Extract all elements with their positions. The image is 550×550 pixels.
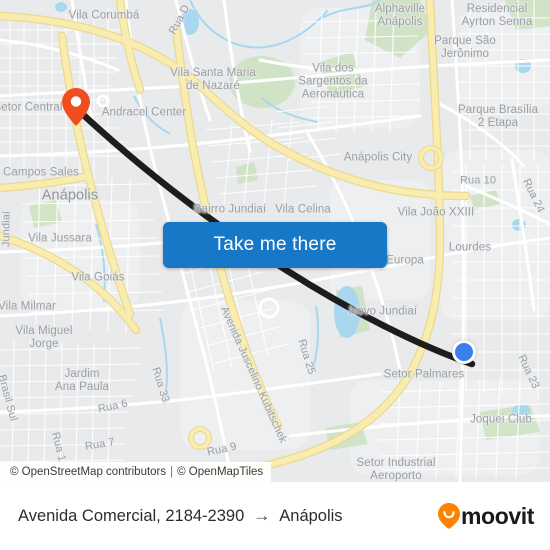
moovit-wordmark: moovit (461, 502, 534, 529)
attribution-separator: | (170, 466, 174, 478)
arrow-right-icon: → (253, 505, 271, 525)
trip-destination-label: Anápolis (279, 506, 343, 525)
destination-dot-marker[interactable] (452, 340, 476, 364)
attribution-openmaptiles[interactable]: © OpenMapTiles (177, 466, 263, 478)
trip-origin-label: Avenida Comercial, 2184-2390 (18, 506, 245, 525)
attribution-osm[interactable]: © OpenStreetMap contributors (10, 466, 166, 478)
trip-summary: Avenida Comercial, 2184-2390 → Anápolis (18, 507, 438, 526)
trip-footer: Avenida Comercial, 2184-2390 → Anápolis … (0, 482, 550, 550)
moovit-pin-icon (438, 503, 460, 529)
map-canvas[interactable]: Vila Corumbá Rua D Alphaville Anápolis Resi… (0, 0, 550, 482)
moovit-trip-preview: Vila Corumbá Rua D Alphaville Anápolis Resi… (0, 0, 550, 550)
moovit-logo[interactable]: moovit (438, 503, 534, 529)
map-attribution: © OpenStreetMap contributors | © OpenMap… (0, 462, 272, 482)
take-me-there-button[interactable]: Take me there (163, 222, 387, 268)
